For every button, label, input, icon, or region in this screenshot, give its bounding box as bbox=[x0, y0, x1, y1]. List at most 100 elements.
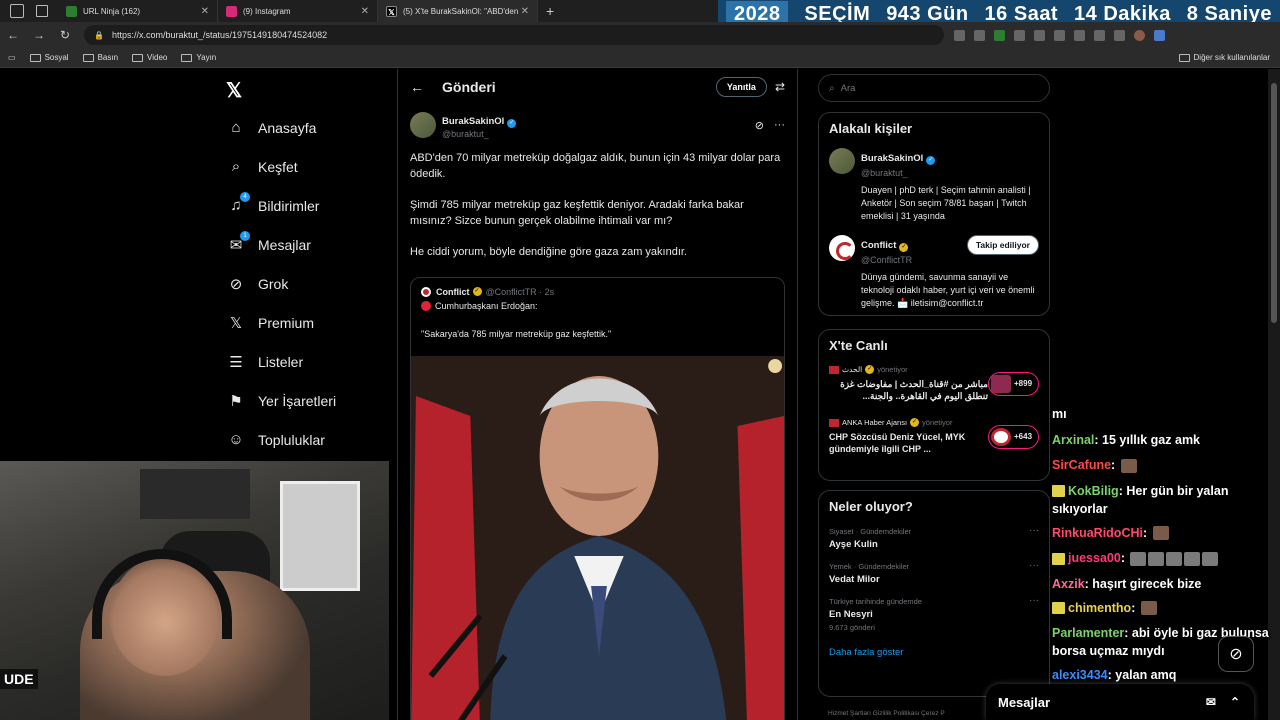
extension-icon[interactable] bbox=[974, 29, 985, 41]
bookmark-folder[interactable]: Yayın bbox=[181, 53, 216, 62]
x-logo-icon[interactable]: 𝕏 bbox=[226, 78, 242, 103]
live-thumbnail bbox=[991, 374, 1011, 393]
bookmark-folder[interactable]: Sosyal bbox=[29, 53, 69, 62]
person-handle[interactable]: @buraktut_ bbox=[861, 168, 935, 178]
more-icon[interactable]: ··· bbox=[1029, 595, 1039, 606]
tweet: BurakSakinOl ✓ @buraktut_ ⊘ ··· ABD'den 7… bbox=[398, 105, 797, 277]
nav-item-anasayfa[interactable]: ⌂ Anasayfa bbox=[226, 108, 336, 147]
extension-icon[interactable] bbox=[994, 29, 1005, 41]
author-name[interactable]: BurakSakinOl bbox=[442, 116, 504, 127]
nav-label: Keşfet bbox=[258, 158, 298, 175]
subscriber-badge-icon bbox=[1052, 552, 1065, 565]
extension-icon[interactable] bbox=[1094, 29, 1105, 41]
related-person[interactable]: BurakSakinOl ✓ @buraktut_ Duayen | phD terk… bbox=[819, 144, 1049, 231]
x-icon: 𝕏 bbox=[386, 5, 397, 17]
person-name[interactable]: Conflict bbox=[861, 240, 896, 251]
chat-text: haşırt girecek bize bbox=[1092, 576, 1202, 591]
people-icon: ☺ bbox=[228, 431, 244, 448]
nav-item-premium[interactable]: 𝕏 Premium bbox=[226, 303, 336, 342]
nav-item-bildirimler[interactable]: ♫ 4 Bildirimler bbox=[226, 186, 336, 225]
trends-card: Neler oluyor? Siyaset · Gündemdekiler Ayş… bbox=[818, 490, 1050, 697]
extension-icon[interactable] bbox=[1014, 29, 1025, 41]
close-icon[interactable]: ✕ bbox=[361, 6, 369, 17]
tweet-paragraph: He ciddi yorum, böyle dendiğine göre gaz… bbox=[410, 246, 687, 258]
grok-icon[interactable]: ⊘ bbox=[755, 119, 764, 132]
extension-icon[interactable] bbox=[1074, 29, 1085, 41]
show-more-link[interactable]: Daha fazla göster bbox=[819, 639, 1049, 666]
scrollbar-thumb[interactable] bbox=[1271, 83, 1277, 323]
reading-list-icon[interactable]: ▭ bbox=[8, 53, 16, 62]
extension-icon[interactable] bbox=[1054, 29, 1065, 41]
card-title: Neler oluyor? bbox=[829, 499, 913, 514]
folder-icon bbox=[132, 53, 144, 62]
browser-tab[interactable]: (9) Instagram ✕ bbox=[218, 0, 378, 22]
nav-item-topluluklar[interactable]: ☺ Topluluklar bbox=[226, 420, 336, 459]
author-handle[interactable]: @buraktut_ bbox=[442, 129, 516, 139]
live-space[interactable]: ANKA Haber Ajansı ✓ yönetiyor CHP Sözcüsü D… bbox=[819, 414, 1049, 459]
tab-label: URL Ninja (162) bbox=[83, 6, 141, 16]
wall-frame bbox=[280, 481, 360, 591]
nav-item-keşfet[interactable]: ⌕ Keşfet bbox=[226, 147, 336, 186]
new-tab-button[interactable]: + bbox=[546, 3, 554, 19]
trend-item[interactable]: Türkiye tarihinde gündemde En Nesyri 9.673… bbox=[819, 592, 1049, 639]
tab-actions-icon[interactable] bbox=[36, 5, 48, 17]
compose-message-icon[interactable]: ✉ bbox=[1206, 695, 1216, 709]
reply-button[interactable]: Yanıtla bbox=[715, 77, 767, 97]
nav-item-listeler[interactable]: ☰ Listeler bbox=[226, 342, 336, 381]
more-icon[interactable]: ··· bbox=[774, 119, 785, 131]
trend-item[interactable]: Siyaset · Gündemdekiler Ayşe Kulin ··· bbox=[819, 522, 1049, 557]
following-button[interactable]: Takip ediliyor bbox=[966, 235, 1039, 255]
browser-tab[interactable]: 𝕏 (5) X'te BurakSakinOl: "ABD'den 7 ✕ bbox=[378, 0, 538, 22]
person-handle[interactable]: @ConflictTR bbox=[861, 255, 912, 265]
quoted-tweet[interactable]: Conflict ✓ @ConflictTR · 2s Cumhurbaşkan… bbox=[410, 276, 785, 720]
messages-drawer[interactable]: Mesajlar ✉ ⌃ bbox=[986, 684, 1254, 720]
extension-icon[interactable] bbox=[1034, 29, 1045, 41]
person-bio: Dünya gündemi, savunma sanayii ve teknol… bbox=[861, 272, 1035, 308]
footer-links[interactable]: Hizmet Şartları Gizlilik Politikası Çere… bbox=[828, 710, 945, 717]
emote-icon bbox=[1140, 601, 1157, 616]
extension-icon[interactable] bbox=[1114, 29, 1125, 41]
extension-icon[interactable] bbox=[954, 29, 965, 41]
related-people-card: Alakalı kişiler BurakSakinOl ✓ @buraktut_ D… bbox=[818, 112, 1050, 316]
nav-item-yer-i-şaretleri[interactable]: ⚑ Yer İşaretleri bbox=[226, 381, 336, 420]
more-icon[interactable]: ··· bbox=[1029, 525, 1039, 536]
close-icon[interactable]: ✕ bbox=[521, 6, 529, 17]
settings-sliders-icon[interactable]: ⇄ bbox=[775, 80, 785, 94]
chat-text: 15 yıllık gaz amk bbox=[1102, 432, 1201, 447]
person-name[interactable]: BurakSakinOl bbox=[861, 153, 923, 164]
back-arrow-icon[interactable]: ← bbox=[0, 28, 26, 42]
url-field[interactable]: 🔒 https://x.com/buraktut_/status/1975149… bbox=[84, 25, 944, 45]
chevron-up-icon[interactable]: ⌃ bbox=[1230, 695, 1240, 709]
more-icon[interactable]: ··· bbox=[1029, 560, 1039, 571]
avatar[interactable] bbox=[829, 148, 855, 174]
nav-item-mesajlar[interactable]: ✉ 1 Mesajlar bbox=[226, 225, 336, 264]
chat-text: yalan amq bbox=[1115, 668, 1177, 682]
nav-label: Premium bbox=[258, 314, 315, 331]
listener-count-badge[interactable]: +899 bbox=[988, 371, 1039, 396]
browser-tab[interactable]: URL Ninja (162) ✕ bbox=[58, 0, 218, 22]
close-icon[interactable]: ✕ bbox=[201, 6, 209, 17]
reload-icon[interactable]: ↻ bbox=[52, 28, 78, 42]
listener-count-badge[interactable]: +643 bbox=[988, 424, 1039, 449]
back-arrow-icon[interactable]: ← bbox=[410, 79, 424, 95]
related-person[interactable]: Conflict ✓ @ConflictTR Takip ediliyor Dünya … bbox=[819, 231, 1049, 318]
quote-photo[interactable] bbox=[411, 355, 784, 720]
profile-avatar-icon[interactable] bbox=[1134, 29, 1145, 41]
address-bar-row: ← → ↻ 🔒 https://x.com/buraktut_/status/1… bbox=[0, 22, 1280, 48]
grok-icon: ⊘ bbox=[229, 275, 243, 293]
copilot-icon[interactable] bbox=[1154, 29, 1165, 41]
other-bookmarks[interactable]: Diğer sık kullanılanlar bbox=[1178, 53, 1270, 62]
search-input[interactable]: ⌕ Ara bbox=[818, 74, 1050, 102]
workspaces-icon[interactable] bbox=[10, 4, 24, 18]
bookmark-folder[interactable]: Basın bbox=[82, 53, 118, 62]
bookmark-folder[interactable]: Video bbox=[132, 53, 167, 62]
emote-icon bbox=[1130, 551, 1147, 566]
live-space[interactable]: الحدث ✓ yönetiyor مباشر من #قناة_الحدث | مف… bbox=[819, 361, 1049, 406]
verified-badge-icon: ✓ bbox=[926, 156, 936, 165]
trend-item[interactable]: Yemek · Gündemdekiler Vedat Milor ··· bbox=[819, 557, 1049, 592]
avatar[interactable] bbox=[410, 112, 436, 138]
grok-float-button[interactable]: ⊘ bbox=[1218, 636, 1254, 672]
nav-item-grok[interactable]: ⊘ Grok bbox=[226, 264, 336, 303]
forward-arrow-icon[interactable]: → bbox=[26, 28, 52, 42]
avatar[interactable] bbox=[829, 235, 855, 261]
